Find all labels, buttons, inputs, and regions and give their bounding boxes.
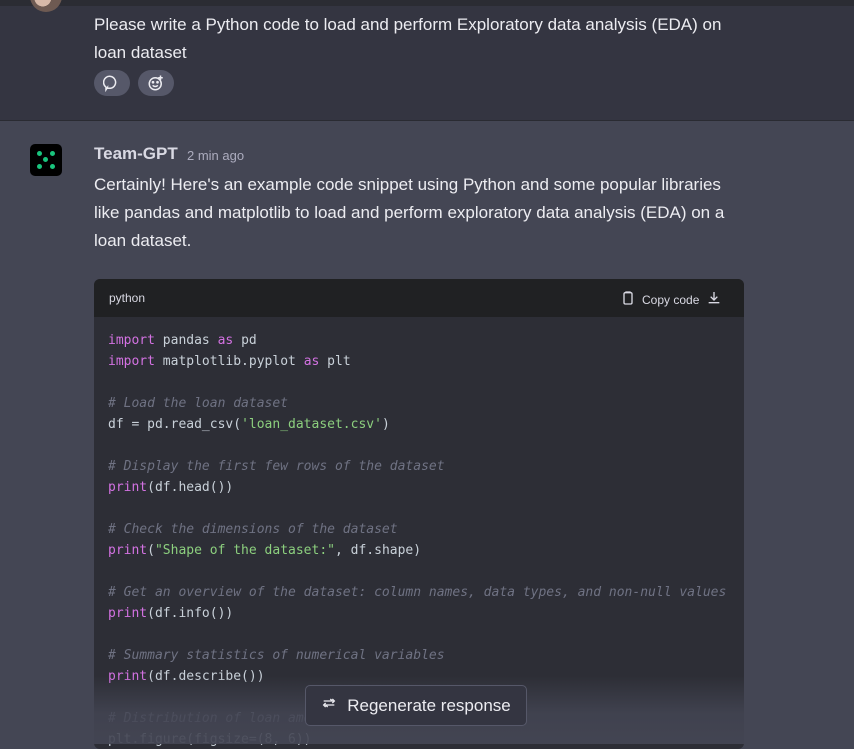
- code-token: # Summary statistics of numerical variab…: [108, 648, 445, 663]
- code-line: # Display the first few rows of the data…: [108, 456, 726, 477]
- code-token: # Get an overview of the dataset: column…: [108, 585, 727, 600]
- code-token: # Load the loan dataset: [108, 396, 289, 411]
- code-block-header: python Copy code: [94, 279, 744, 317]
- add-reaction-icon: [147, 74, 165, 92]
- comment-button[interactable]: [94, 70, 130, 96]
- code-line: # Get an overview of the dataset: column…: [108, 582, 726, 603]
- code-token: "Shape of the dataset:": [154, 543, 335, 558]
- code-token: print: [108, 480, 148, 495]
- code-token: matplotlib.pyplot: [154, 354, 304, 369]
- code-token: df = pd.read_csv(: [108, 417, 242, 432]
- clipboard-icon: [620, 290, 636, 309]
- code-token: (: [147, 543, 155, 558]
- code-token: , df.shape): [334, 543, 422, 558]
- comment-icon: [103, 74, 121, 92]
- code-line: # Check the dimensions of the dataset: [108, 519, 726, 540]
- code-line: print("Shape of the dataset:", df.shape): [108, 540, 726, 561]
- code-token: pandas: [154, 333, 218, 348]
- code-token: ): [381, 417, 390, 432]
- code-line: # Summary statistics of numerical variab…: [108, 645, 726, 666]
- code-token: # Display the first few rows of the data…: [108, 459, 445, 474]
- regenerate-icon: [321, 695, 337, 716]
- user-message: Please write a Python code to load and p…: [0, 0, 854, 121]
- code-token: import: [108, 354, 155, 369]
- download-icon[interactable]: [706, 290, 722, 311]
- code-token: import: [108, 333, 155, 348]
- code-line: # Load the loan dataset: [108, 393, 726, 414]
- code-token: (df.info()): [147, 606, 234, 621]
- code-line: print(df.head()): [108, 477, 726, 498]
- code-token: pd: [233, 333, 257, 348]
- code-token: print: [108, 606, 148, 621]
- user-message-text: Please write a Python code to load and p…: [94, 15, 722, 62]
- code-token: as: [217, 333, 234, 348]
- copy-code-button[interactable]: Copy code: [620, 290, 699, 309]
- add-reaction-button[interactable]: [138, 70, 174, 96]
- code-token: # Check the dimensions of the dataset: [108, 522, 398, 537]
- assistant-name: Team-GPT: [94, 144, 178, 163]
- code-line: import matplotlib.pyplot as plt: [108, 351, 726, 372]
- code-token: print: [108, 543, 148, 558]
- code-line: print(df.info()): [108, 603, 726, 624]
- code-line: df = pd.read_csv('loan_dataset.csv'): [108, 414, 726, 435]
- regenerate-response-label: Regenerate response: [347, 695, 511, 715]
- assistant-message-text: Certainly! Here's an example code snippe…: [94, 175, 725, 250]
- code-token: 'loan_dataset.csv': [241, 417, 382, 432]
- assistant-avatar: [30, 144, 62, 176]
- user-avatar: [30, 0, 62, 12]
- message-time: 2 min ago: [187, 148, 245, 163]
- code-language: python: [109, 291, 146, 305]
- code-token: plt: [319, 354, 351, 369]
- copy-code-label: Copy code: [642, 292, 700, 307]
- code-token: as: [303, 354, 320, 369]
- code-line: import pandas as pd: [108, 330, 726, 351]
- code-token: (df.head()): [147, 480, 234, 495]
- regenerate-response-button[interactable]: Regenerate response: [305, 685, 527, 726]
